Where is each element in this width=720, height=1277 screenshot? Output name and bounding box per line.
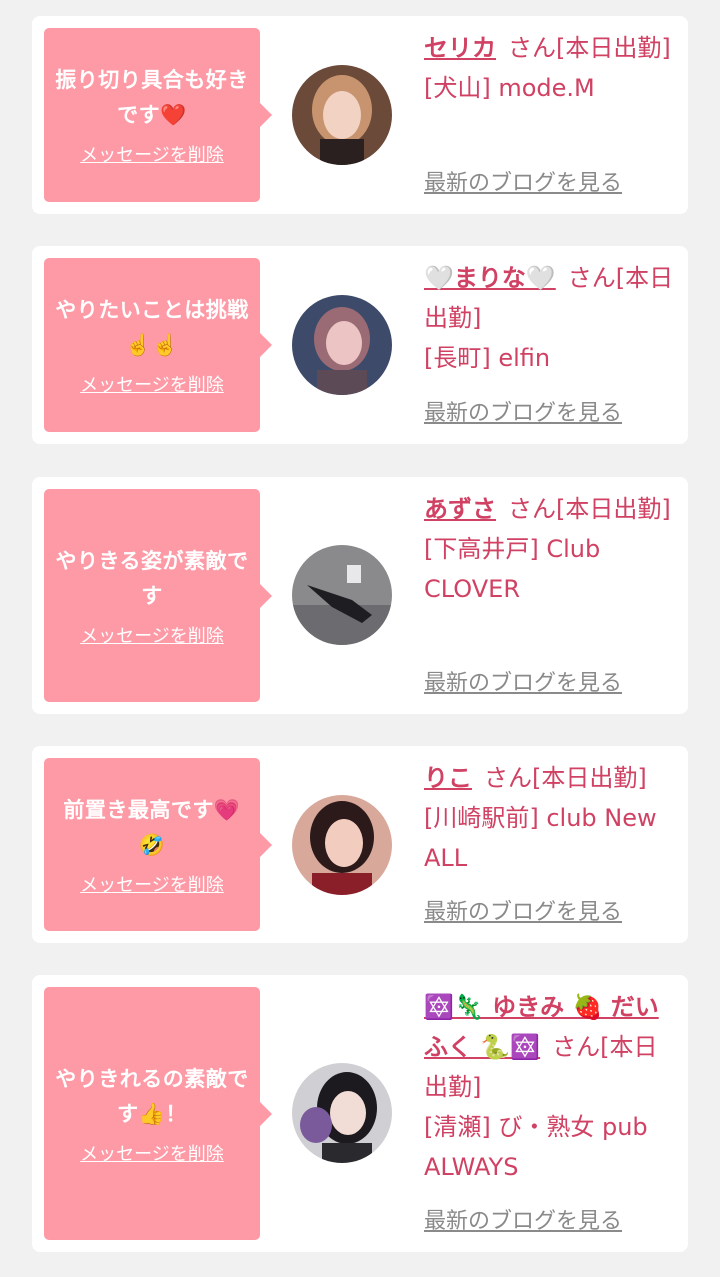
cast-name-link[interactable]: りこ bbox=[424, 764, 472, 792]
view-blog-link[interactable]: 最新のブログを見る bbox=[424, 399, 622, 429]
message-bubble: 前置き最高です💗🤣 メッセージを削除 bbox=[44, 758, 272, 931]
cast-status: さん[本日出勤] bbox=[508, 34, 671, 62]
message-text: やりきる姿が素敵です bbox=[55, 548, 249, 608]
delete-message-link[interactable]: メッセージを削除 bbox=[52, 375, 252, 397]
message-text: やりきれるの素敵です👍！ bbox=[55, 1066, 249, 1126]
message-bubble: やりきる姿が素敵です メッセージを削除 bbox=[44, 489, 272, 702]
shop-name: [犬山] mode.M bbox=[424, 74, 595, 102]
message-text: 振り切り具合も好きです❤️ bbox=[55, 68, 249, 127]
view-blog-link[interactable]: 最新のブログを見る bbox=[424, 1207, 622, 1237]
shop-name: [下高井戸] Club CLOVER bbox=[424, 535, 601, 603]
view-blog-link[interactable]: 最新のブログを見る bbox=[424, 898, 622, 928]
cast-info: セリカ さん[本日出勤] [犬山] mode.M bbox=[424, 28, 680, 108]
message-card: 前置き最高です💗🤣 メッセージを削除 りこ さん[本日出勤] [川崎駅前] clu… bbox=[32, 746, 688, 943]
message-bubble: 振り切り具合も好きです❤️ メッセージを削除 bbox=[44, 28, 272, 202]
message-card: やりたいことは挑戦☝️☝️ メッセージを削除 🤍まりな🤍 さん[本日出勤] [長町… bbox=[32, 246, 688, 444]
cast-info: あずさ さん[本日出勤] [下高井戸] Club CLOVER bbox=[424, 489, 680, 609]
cast-status: さん[本日出勤] bbox=[484, 764, 647, 792]
cast-info: 🔯🦎 ゆきみ 🍓 だいふく 🐍🔯 さん[本日出勤] [清瀬] び・熟女 pub A… bbox=[424, 987, 680, 1187]
view-blog-link[interactable]: 最新のブログを見る bbox=[424, 669, 622, 699]
cast-name-link[interactable]: セリカ bbox=[424, 34, 496, 62]
cast-info: 🤍まりな🤍 さん[本日出勤] [長町] elfin bbox=[424, 258, 680, 378]
message-card: 振り切り具合も好きです❤️ メッセージを削除 セリカ さん[本日出勤] [犬山] … bbox=[32, 16, 688, 214]
delete-message-link[interactable]: メッセージを削除 bbox=[52, 875, 252, 897]
message-card: やりきる姿が素敵です メッセージを削除 あずさ さん[本日出勤] [下高井戸] C… bbox=[32, 477, 688, 714]
cast-info: りこ さん[本日出勤] [川崎駅前] club New ALL bbox=[424, 758, 680, 878]
view-blog-link[interactable]: 最新のブログを見る bbox=[424, 169, 622, 199]
avatar[interactable] bbox=[292, 65, 392, 165]
avatar[interactable] bbox=[292, 295, 392, 395]
shop-name: [長町] elfin bbox=[424, 344, 551, 372]
message-card: やりきれるの素敵です👍！ メッセージを削除 🔯🦎 ゆきみ 🍓 だいふく 🐍🔯 さん… bbox=[32, 975, 688, 1252]
message-text: やりたいことは挑戦☝️☝️ bbox=[55, 298, 249, 357]
avatar[interactable] bbox=[292, 1063, 392, 1163]
cast-status: さん[本日出勤] bbox=[508, 495, 671, 523]
shop-name: [清瀬] び・熟女 pub ALWAYS bbox=[424, 1113, 648, 1181]
delete-message-link[interactable]: メッセージを削除 bbox=[52, 1144, 252, 1166]
avatar[interactable] bbox=[292, 795, 392, 895]
cast-name-link[interactable]: 🤍まりな🤍 bbox=[424, 264, 556, 292]
avatar[interactable] bbox=[292, 545, 392, 645]
message-text: 前置き最高です💗🤣 bbox=[63, 797, 241, 857]
message-bubble: やりたいことは挑戦☝️☝️ メッセージを削除 bbox=[44, 258, 272, 432]
cast-name-link[interactable]: あずさ bbox=[424, 495, 496, 523]
delete-message-link[interactable]: メッセージを削除 bbox=[52, 626, 252, 648]
shop-name: [川崎駅前] club New ALL bbox=[424, 804, 657, 872]
delete-message-link[interactable]: メッセージを削除 bbox=[52, 145, 252, 167]
message-bubble: やりきれるの素敵です👍！ メッセージを削除 bbox=[44, 987, 272, 1240]
